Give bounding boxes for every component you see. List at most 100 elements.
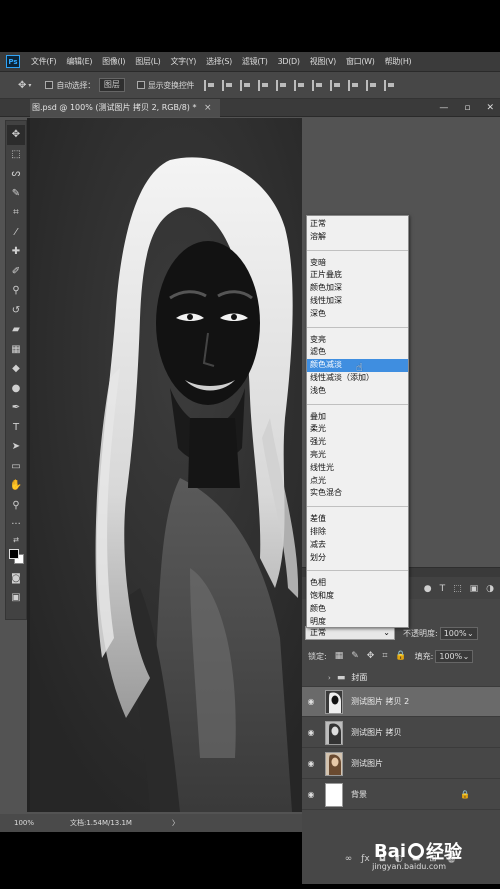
blend-mode-option[interactable]: 色相 xyxy=(307,577,408,590)
lasso-tool-icon[interactable]: ᔕ xyxy=(7,164,25,184)
eye-icon[interactable]: ◉ xyxy=(302,759,320,768)
pen-tool-icon[interactable]: ✒ xyxy=(7,398,25,418)
menu-view[interactable]: 视图(V) xyxy=(305,56,341,67)
menu-select[interactable]: 选择(S) xyxy=(201,56,237,67)
brush-tool-icon[interactable]: ✐ xyxy=(7,262,25,282)
lock-all-icon[interactable]: 🔒 xyxy=(395,651,406,661)
auto-select-checkbox[interactable] xyxy=(45,81,54,89)
blend-mode-option[interactable]: 减去 xyxy=(307,539,408,552)
menu-filter[interactable]: 滤镜(T) xyxy=(237,56,273,67)
eye-icon[interactable]: ◉ xyxy=(302,790,320,799)
blend-mode-option[interactable]: 深色 xyxy=(307,308,408,321)
hand-tool-icon[interactable]: ✋ xyxy=(7,476,25,496)
fill-field[interactable]: 100% ⌄ xyxy=(435,649,474,663)
layer-row-active[interactable]: ◉ 测试图片 拷贝 2 xyxy=(302,687,500,717)
blend-mode-option[interactable]: 差值 xyxy=(307,513,408,526)
type-tool-icon[interactable]: T xyxy=(7,418,25,438)
move-tool-preset-icon[interactable]: ✥ xyxy=(18,80,26,91)
filter-shape-icon[interactable]: ⬚ xyxy=(453,584,462,594)
blend-mode-option[interactable]: 亮光 xyxy=(307,449,408,462)
link-layers-icon[interactable]: ∞ xyxy=(345,854,353,864)
move-tool-icon[interactable]: ✥ xyxy=(7,125,25,145)
menu-help[interactable]: 帮助(H) xyxy=(380,56,417,67)
quick-select-tool-icon[interactable]: ✎ xyxy=(7,184,25,204)
blend-mode-option[interactable]: 实色混合 xyxy=(307,487,408,500)
lock-position-icon[interactable]: ✥ xyxy=(367,651,375,661)
eye-icon[interactable]: ◉ xyxy=(302,728,320,737)
layer-group-row[interactable]: › ▬ 封面 xyxy=(302,669,500,687)
blend-mode-option[interactable]: 点光 xyxy=(307,475,408,488)
blend-mode-option[interactable]: 滤色 xyxy=(307,346,408,359)
menu-type[interactable]: 文字(Y) xyxy=(165,56,201,67)
layer-row-background[interactable]: ◉ 背景 🔒 xyxy=(302,780,500,810)
align-vcenter-icon[interactable] xyxy=(276,79,287,91)
distribute-top-icon[interactable] xyxy=(312,79,323,91)
opacity-field[interactable]: 100% ⌄ xyxy=(439,626,478,640)
minimize-icon[interactable]: — xyxy=(439,99,448,117)
lock-transparent-icon[interactable]: ▦ xyxy=(335,651,344,661)
chevron-down-icon[interactable]: ▾ xyxy=(28,82,31,89)
blend-mode-option[interactable]: 溶解 xyxy=(307,231,408,244)
layer-row[interactable]: ◉ 测试图片 拷贝 xyxy=(302,718,500,748)
healing-brush-tool-icon[interactable]: ✚ xyxy=(7,242,25,262)
document-canvas[interactable] xyxy=(30,118,302,812)
align-top-icon[interactable] xyxy=(258,79,269,91)
lock-artboard-icon[interactable]: ⌗ xyxy=(382,651,387,661)
layer-row[interactable]: ◉ 测试图片 xyxy=(302,749,500,779)
menu-layer[interactable]: 图层(L) xyxy=(130,56,165,67)
filter-type-icon[interactable]: T xyxy=(440,584,446,594)
filter-toggle-icon[interactable]: ◑ xyxy=(486,584,494,594)
chevron-right-icon[interactable]: › xyxy=(328,674,331,682)
blend-mode-option[interactable]: 饱和度 xyxy=(307,590,408,603)
close-icon[interactable]: ✕ xyxy=(486,99,494,117)
menu-edit[interactable]: 编辑(E) xyxy=(61,56,97,67)
eye-icon[interactable]: ◉ xyxy=(302,697,320,706)
more-tools-icon[interactable]: ··· xyxy=(7,515,25,535)
align-right-icon[interactable] xyxy=(240,79,251,91)
maximize-icon[interactable]: ▫ xyxy=(464,99,470,117)
blend-mode-option[interactable]: 划分 xyxy=(307,552,408,565)
align-left-icon[interactable] xyxy=(204,79,215,91)
blend-mode-option[interactable]: 颜色加深 xyxy=(307,282,408,295)
foreground-color-swatch[interactable] xyxy=(9,548,19,559)
distribute-vcenter-icon[interactable] xyxy=(330,79,341,91)
gradient-tool-icon[interactable]: ▦ xyxy=(7,340,25,360)
close-tab-icon[interactable]: × xyxy=(204,99,212,117)
menu-window[interactable]: 窗口(W) xyxy=(341,56,380,67)
filter-pixel-icon[interactable]: ● xyxy=(424,584,432,594)
eyedropper-tool-icon[interactable]: ⁄ xyxy=(7,223,25,243)
zoom-tool-icon[interactable]: ⚲ xyxy=(7,496,25,516)
lock-pixels-icon[interactable]: ✎ xyxy=(351,651,359,661)
dodge-tool-icon[interactable]: ● xyxy=(7,379,25,399)
layer-style-icon[interactable]: ƒx xyxy=(361,854,370,864)
marquee-tool-icon[interactable]: ⬚ xyxy=(7,145,25,165)
menu-3d[interactable]: 3D(D) xyxy=(273,57,305,66)
blend-mode-option[interactable]: 变亮 xyxy=(307,334,408,347)
blur-tool-icon[interactable]: ◆ xyxy=(7,359,25,379)
swap-colors-icon[interactable]: ⇄ xyxy=(7,535,25,545)
align-bottom-icon[interactable] xyxy=(294,79,305,91)
zoom-level[interactable]: 100% xyxy=(14,819,56,827)
history-brush-tool-icon[interactable]: ↺ xyxy=(7,301,25,321)
menu-image[interactable]: 图像(I) xyxy=(97,56,130,67)
clone-stamp-tool-icon[interactable]: ⚲ xyxy=(7,281,25,301)
blend-mode-option[interactable]: 线性光 xyxy=(307,462,408,475)
menu-file[interactable]: 文件(F) xyxy=(26,56,61,67)
blend-mode-option[interactable]: 浅色 xyxy=(307,385,408,398)
shape-tool-icon[interactable]: ▭ xyxy=(7,457,25,477)
document-tab[interactable]: 图.psd @ 100% (测试图片 拷贝 2, RGB/8) * xyxy=(30,99,220,117)
quick-mask-icon[interactable]: ◙ xyxy=(7,569,25,589)
crop-tool-icon[interactable]: ⌗ xyxy=(7,203,25,223)
distribute-left-icon[interactable] xyxy=(366,79,377,91)
show-transform-checkbox[interactable] xyxy=(136,81,145,89)
eraser-tool-icon[interactable]: ▰ xyxy=(7,320,25,340)
blend-mode-option[interactable]: 明度 xyxy=(307,616,408,629)
path-select-tool-icon[interactable]: ➤ xyxy=(7,437,25,457)
blend-mode-option[interactable]: 强光 xyxy=(307,436,408,449)
blend-mode-option[interactable]: 柔光 xyxy=(307,423,408,436)
blend-mode-option[interactable]: 排除 xyxy=(307,526,408,539)
distribute-hcenter-icon[interactable] xyxy=(384,79,395,91)
screen-mode-icon[interactable]: ▣ xyxy=(7,588,25,608)
align-hcenter-icon[interactable] xyxy=(222,79,233,91)
blend-mode-option[interactable]: 叠加 xyxy=(307,411,408,424)
